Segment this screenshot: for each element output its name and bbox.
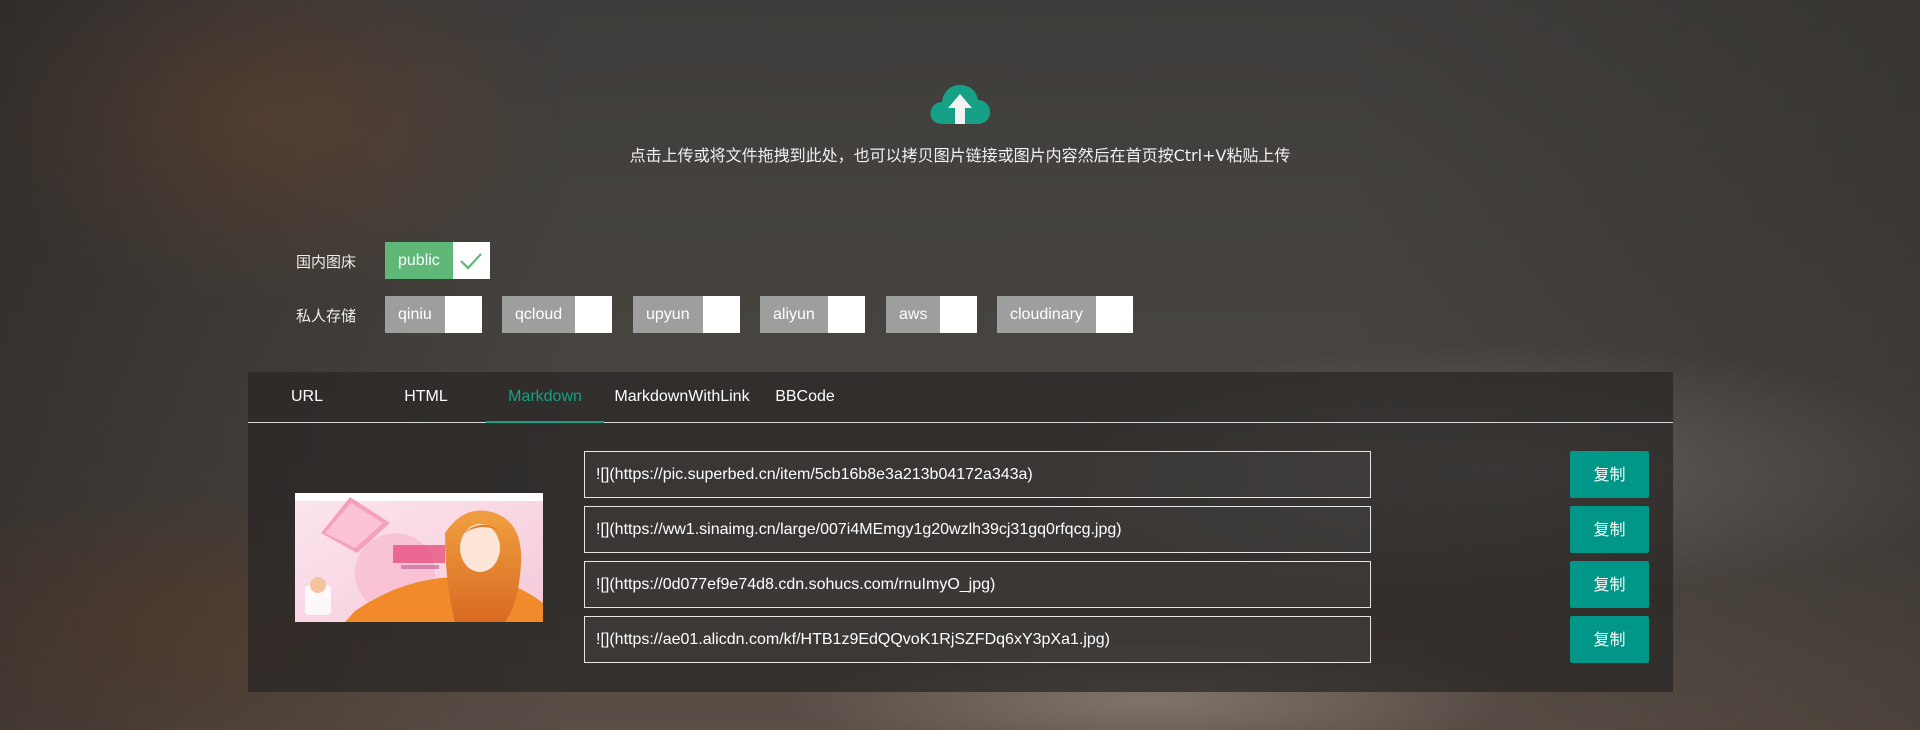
- copy-button[interactable]: 复制: [1570, 506, 1649, 553]
- toggle-qcloud[interactable]: qcloud: [502, 296, 613, 333]
- toggle-qiniu-label: qiniu: [385, 296, 445, 333]
- active-tab-indicator: [486, 421, 604, 423]
- toggle-cloudinary[interactable]: cloudinary: [997, 296, 1133, 333]
- toggle-public-label: public: [385, 242, 453, 279]
- link-output-field[interactable]: ![](https://0d077ef9e74d8.cdn.sohucs.com…: [584, 561, 1371, 608]
- format-tabs: URL HTML Markdown MarkdownWithLink BBCod…: [248, 372, 1673, 423]
- toggle-qcloud-label: qcloud: [502, 296, 576, 333]
- checkbox-box: [1095, 296, 1133, 333]
- copy-button[interactable]: 复制: [1570, 451, 1649, 498]
- toggle-public[interactable]: public: [385, 242, 490, 279]
- toggle-cloudinary-label: cloudinary: [997, 296, 1096, 333]
- upload-dropzone[interactable]: 点击上传或将文件拖拽到此处，也可以拷贝图片链接或图片内容然后在首页按Ctrl+V…: [0, 80, 1920, 180]
- link-output-field[interactable]: ![](https://ae01.alicdn.com/kf/HTB1z9EdQ…: [584, 616, 1371, 663]
- private-storage-label: 私人存储: [296, 307, 357, 325]
- checkbox-box: [827, 296, 865, 333]
- toggle-upyun-label: upyun: [633, 296, 703, 333]
- checkbox-box: [444, 296, 482, 333]
- uploaded-image-thumbnail: [295, 493, 543, 622]
- link-row: ![](https://ae01.alicdn.com/kf/HTB1z9EdQ…: [584, 616, 1649, 663]
- link-row: ![](https://ww1.sinaimg.cn/large/007i4ME…: [584, 506, 1649, 553]
- cloud-upload-icon: [930, 84, 991, 124]
- result-panel: URL HTML Markdown MarkdownWithLink BBCod…: [248, 372, 1673, 692]
- tab-url[interactable]: URL: [248, 372, 366, 422]
- toggle-aliyun[interactable]: aliyun: [760, 296, 865, 333]
- checkbox-box: [575, 296, 613, 333]
- link-output-field[interactable]: ![](https://ww1.sinaimg.cn/large/007i4ME…: [584, 506, 1371, 553]
- toggle-upyun[interactable]: upyun: [633, 296, 740, 333]
- tab-bbcode[interactable]: BBCode: [760, 372, 850, 422]
- checkbox-box: [702, 296, 740, 333]
- toggle-aliyun-label: aliyun: [760, 296, 828, 333]
- public-bed-label: 国内图床: [296, 253, 357, 271]
- link-row: ![](https://pic.superbed.cn/item/5cb16b8…: [584, 451, 1649, 498]
- check-icon: [452, 242, 490, 279]
- checkbox-box: [940, 296, 978, 333]
- copy-button[interactable]: 复制: [1570, 561, 1649, 608]
- tab-html[interactable]: HTML: [366, 372, 486, 422]
- tab-markdown-with-link[interactable]: MarkdownWithLink: [604, 372, 760, 422]
- toggle-aws-label: aws: [886, 296, 941, 333]
- copy-button[interactable]: 复制: [1570, 616, 1649, 663]
- toggle-qiniu[interactable]: qiniu: [385, 296, 482, 333]
- toggle-aws[interactable]: aws: [886, 296, 978, 333]
- link-row: ![](https://0d077ef9e74d8.cdn.sohucs.com…: [584, 561, 1649, 608]
- tab-markdown[interactable]: Markdown: [486, 372, 604, 422]
- link-output-field[interactable]: ![](https://pic.superbed.cn/item/5cb16b8…: [584, 451, 1371, 498]
- upload-hint-text: 点击上传或将文件拖拽到此处，也可以拷贝图片链接或图片内容然后在首页按Ctrl+V…: [629, 146, 1291, 165]
